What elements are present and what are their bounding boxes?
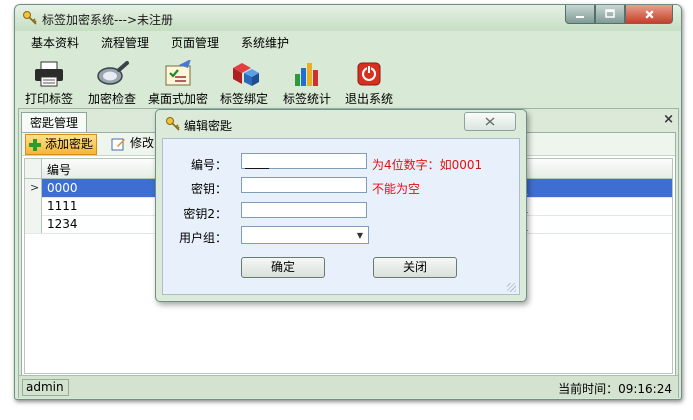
window-title: 标签加密系统--->未注册 [42, 13, 174, 27]
status-user: admin [22, 379, 69, 396]
key2-field[interactable] [241, 202, 367, 218]
key2-label: 密钥2： [183, 207, 227, 221]
key-icon [23, 11, 37, 25]
plus-icon [29, 138, 41, 151]
magnifier-icon [97, 61, 129, 85]
label-stats-button[interactable]: 标签统计 [279, 55, 335, 107]
bar-chart-icon [295, 63, 318, 86]
encrypt-check-text: 加密检查 [87, 92, 136, 106]
menu-basic-data[interactable]: 基本资料 [21, 34, 90, 51]
menu-bar: 基本资料 流程管理 页面管理 系统维护 [21, 32, 675, 53]
dialog-body: 编号： ____ 为4位数字：如0001 密钥： 不能为空 密钥2： 用户组： … [162, 138, 520, 295]
minimize-button[interactable] [565, 5, 595, 24]
edit-icon [111, 138, 125, 150]
dialog-close-button[interactable] [464, 112, 516, 131]
dialog-title: 编辑密匙 [184, 119, 233, 133]
maximize-button[interactable] [595, 5, 625, 24]
status-time: 当前时间：09:16:24 [558, 382, 672, 396]
table-cell-number: 1111 [47, 199, 78, 213]
current-row-marker: > [30, 181, 40, 194]
edit-key-dialog: 编辑密匙 编号： ____ 为4位数字：如0001 密钥： 不能为空 密钥2： … [155, 109, 527, 302]
tab-key-management[interactable]: 密匙管理 [21, 112, 88, 133]
label-bind-text: 标签绑定 [219, 92, 268, 106]
exit-system-text: 退出系统 [344, 92, 393, 106]
number-hint: 为4位数字：如0001 [372, 158, 483, 172]
close-icon [644, 9, 654, 19]
panel-close-icon[interactable]: × [663, 112, 674, 127]
number-field[interactable]: ____ [241, 153, 367, 169]
menu-page-management[interactable]: 页面管理 [160, 34, 230, 51]
table-cell-number: 0000 [47, 181, 78, 195]
close-button[interactable] [625, 5, 673, 24]
close-dialog-button[interactable]: 关闭 [373, 257, 457, 278]
key-label: 密钥： [190, 182, 227, 196]
cube-bind-icon [233, 63, 259, 86]
close-icon [485, 117, 495, 126]
print-label-text: 打印标签 [24, 92, 73, 106]
chevron-down-icon: ▼ [356, 231, 363, 240]
key-icon [166, 117, 180, 131]
printer-icon [35, 61, 63, 87]
exit-system-button[interactable]: 退出系统 [341, 55, 397, 107]
key-hint: 不能为空 [372, 182, 421, 196]
title-bar[interactable]: 标签加密系统--->未注册 [15, 5, 681, 31]
resize-grip[interactable] [507, 283, 516, 292]
checklist-icon [165, 60, 191, 86]
desktop-encrypt-text: 桌面式加密 [147, 92, 208, 106]
edit-key-label: 修改 [130, 136, 155, 150]
header-corner [25, 159, 42, 178]
table-cell-number: 1234 [47, 217, 78, 231]
menu-process-management[interactable]: 流程管理 [90, 34, 160, 51]
add-key-label: 添加密匙 [45, 137, 94, 151]
number-label: 编号： [190, 158, 227, 172]
edit-key-button[interactable]: 修改 [109, 134, 157, 153]
menu-system-maintenance[interactable]: 系统维护 [230, 34, 300, 51]
power-icon [357, 62, 381, 86]
print-label-button[interactable]: 打印标签 [21, 55, 77, 107]
label-stats-text: 标签统计 [282, 92, 331, 106]
dialog-title-bar[interactable]: 编辑密匙 [156, 110, 526, 136]
status-bar: admin 当前时间：09:16:24 [19, 375, 678, 398]
main-toolbar: 打印标签 加密检查 桌面式加密 标签绑定 标签统计 退出系统 [21, 55, 675, 107]
minimize-icon [576, 16, 584, 18]
maximize-icon [605, 9, 615, 18]
key-field[interactable] [241, 177, 367, 193]
user-group-label: 用户组： [178, 231, 227, 245]
user-group-select[interactable]: ▼ [241, 226, 369, 244]
desktop-encrypt-button[interactable]: 桌面式加密 [145, 55, 211, 107]
add-key-button[interactable]: 添加密匙 [25, 134, 98, 155]
ok-button[interactable]: 确定 [241, 257, 325, 278]
encrypt-check-button[interactable]: 加密检查 [84, 55, 140, 107]
label-bind-button[interactable]: 标签绑定 [216, 55, 272, 107]
column-header-number[interactable]: 编号 [47, 161, 71, 178]
